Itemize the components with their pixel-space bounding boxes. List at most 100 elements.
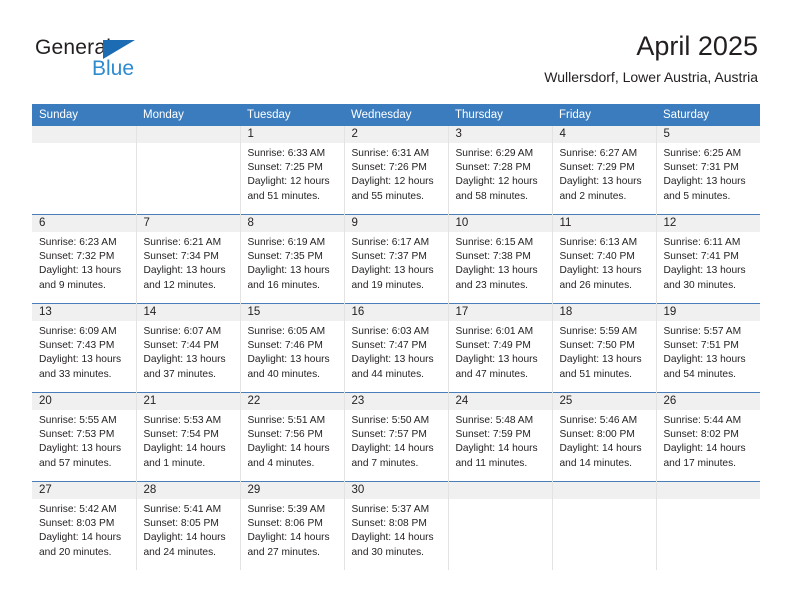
sunrise-text: Sunrise: 6:25 AM <box>663 148 742 159</box>
calendar-day-cell[interactable]: 17 Sunrise: 6:01 AM Sunset: 7:49 PM Dayligh… <box>447 303 552 393</box>
location-subtitle: Wullersdorf, Lower Austria, Austria <box>544 69 758 85</box>
calendar-day-cell[interactable]: 21 Sunrise: 5:53 AM Sunset: 7:54 PM Dayligh… <box>135 392 240 482</box>
sunset-text: Sunset: 8:05 PM <box>143 518 219 530</box>
calendar-day-cell[interactable]: 22 Sunrise: 5:51 AM Sunset: 7:56 PM Dayligh… <box>239 392 344 482</box>
calendar-day-cell[interactable]: 26 Sunrise: 5:44 AM Sunset: 8:02 PM Dayligh… <box>655 392 761 482</box>
day-number: 25 <box>552 393 656 410</box>
day-number: 26 <box>656 393 760 410</box>
calendar-week-row: 20 Sunrise: 5:55 AM Sunset: 7:53 PM Dayligh… <box>32 392 761 482</box>
calendar-day-cell[interactable]: 14 Sunrise: 6:07 AM Sunset: 7:44 PM Dayligh… <box>135 303 240 393</box>
calendar-day-cell[interactable]: 9 Sunrise: 6:17 AM Sunset: 7:37 PM Daylight… <box>343 214 448 304</box>
sunset-text: Sunset: 8:00 PM <box>559 429 635 441</box>
calendar-day-cell[interactable]: 7 Sunrise: 6:21 AM Sunset: 7:34 PM Daylight… <box>135 214 240 304</box>
daylight-text: Daylight: 13 hours and 57 minutes. <box>39 443 122 469</box>
calendar-day-cell[interactable]: 5 Sunrise: 6:25 AM Sunset: 7:31 PM Daylight… <box>655 126 760 215</box>
day-number: 13 <box>32 304 136 321</box>
sunrise-text: Sunrise: 6:19 AM <box>247 237 326 248</box>
sunrise-text: Sunrise: 6:05 AM <box>247 326 326 337</box>
sunset-text: Sunset: 7:26 PM <box>351 162 427 174</box>
calendar-day-cell[interactable]: 11 Sunrise: 6:13 AM Sunset: 7:40 PM Dayligh… <box>551 214 656 304</box>
calendar-day-cell[interactable]: 6 Sunrise: 6:23 AM Sunset: 7:32 PM Daylight… <box>32 214 136 304</box>
daylight-text: Daylight: 13 hours and 54 minutes. <box>663 354 746 380</box>
calendar-day-cell[interactable]: 27 Sunrise: 5:42 AM Sunset: 8:03 PM Dayligh… <box>32 481 136 570</box>
sunrise-text: Sunrise: 5:53 AM <box>143 415 222 426</box>
general-blue-logo[interactable]: General Blue <box>35 36 205 86</box>
sunset-text: Sunset: 7:56 PM <box>247 429 323 441</box>
daylight-text: Daylight: 14 hours and 14 minutes. <box>559 443 642 469</box>
calendar-week-row: 6 Sunrise: 6:23 AM Sunset: 7:32 PM Daylight… <box>32 214 760 304</box>
sunset-text: Sunset: 7:38 PM <box>455 251 531 263</box>
sunrise-text: Sunrise: 5:37 AM <box>351 504 430 515</box>
calendar-day-cell[interactable]: 18 Sunrise: 5:59 AM Sunset: 7:50 PM Dayligh… <box>551 303 656 393</box>
calendar-day-cell[interactable]: 3 Sunrise: 6:29 AM Sunset: 7:28 PM Daylight… <box>447 126 552 215</box>
daylight-text: Daylight: 12 hours and 51 minutes. <box>247 176 330 202</box>
sunset-text: Sunset: 8:03 PM <box>39 518 115 530</box>
daylight-text: Daylight: 13 hours and 26 minutes. <box>559 265 642 291</box>
calendar-day-cell[interactable]: 29 Sunrise: 5:39 AM Sunset: 8:06 PM Dayligh… <box>239 481 344 570</box>
daylight-text: Daylight: 13 hours and 40 minutes. <box>247 354 330 380</box>
calendar-day-cell[interactable]: 12 Sunrise: 6:11 AM Sunset: 7:41 PM Dayligh… <box>655 214 760 304</box>
daylight-text: Daylight: 13 hours and 37 minutes. <box>143 354 226 380</box>
calendar-container: Sunday Monday Tuesday Wednesday Thursday… <box>32 104 760 570</box>
sunrise-text: Sunrise: 6:27 AM <box>559 148 638 159</box>
calendar-day-cell-empty <box>447 481 552 570</box>
calendar-day-cell[interactable]: 15 Sunrise: 6:05 AM Sunset: 7:46 PM Dayligh… <box>239 303 344 393</box>
day-number: 4 <box>552 126 656 143</box>
sunset-text: Sunset: 8:02 PM <box>663 429 739 441</box>
daylight-text: Daylight: 12 hours and 55 minutes. <box>351 176 434 202</box>
sun-info: Sunrise: 6:03 AM Sunset: 7:47 PM Daylight:… <box>345 321 448 382</box>
calendar-day-cell[interactable]: 30 Sunrise: 5:37 AM Sunset: 8:08 PM Dayligh… <box>343 481 448 570</box>
sun-info: Sunrise: 5:37 AM Sunset: 8:08 PM Daylight:… <box>345 499 448 560</box>
day-number: 16 <box>344 304 448 321</box>
day-number <box>32 126 136 143</box>
calendar-day-cell[interactable]: 23 Sunrise: 5:50 AM Sunset: 7:57 PM Dayligh… <box>343 392 448 482</box>
sunrise-text: Sunrise: 6:33 AM <box>247 148 326 159</box>
sun-info: Sunrise: 6:19 AM Sunset: 7:35 PM Daylight:… <box>241 232 344 293</box>
calendar-day-cell[interactable]: 8 Sunrise: 6:19 AM Sunset: 7:35 PM Daylight… <box>239 214 344 304</box>
calendar-day-cell-empty <box>655 481 760 570</box>
day-number: 11 <box>552 215 656 232</box>
calendar-day-cell[interactable]: 13 Sunrise: 6:09 AM Sunset: 7:43 PM Dayligh… <box>32 303 136 393</box>
calendar-day-cell[interactable]: 1 Sunrise: 6:33 AM Sunset: 7:25 PM Daylight… <box>239 126 344 215</box>
sun-info: Sunrise: 5:44 AM Sunset: 8:02 PM Daylight:… <box>657 410 761 471</box>
sun-info: Sunrise: 5:59 AM Sunset: 7:50 PM Daylight:… <box>553 321 656 382</box>
sun-info: Sunrise: 6:07 AM Sunset: 7:44 PM Daylight:… <box>137 321 240 382</box>
sunrise-text: Sunrise: 5:44 AM <box>663 415 742 426</box>
calendar-page: General Blue April 2025 Wullersdorf, Low… <box>0 0 792 612</box>
daylight-text: Daylight: 14 hours and 24 minutes. <box>143 532 226 558</box>
sunset-text: Sunset: 7:44 PM <box>143 340 219 352</box>
sunset-text: Sunset: 8:08 PM <box>351 518 427 530</box>
calendar-table: Sunday Monday Tuesday Wednesday Thursday… <box>32 104 760 570</box>
calendar-body: 1 Sunrise: 6:33 AM Sunset: 7:25 PM Daylight… <box>32 126 760 570</box>
daylight-text: Daylight: 14 hours and 27 minutes. <box>247 532 330 558</box>
calendar-week-row: 13 Sunrise: 6:09 AM Sunset: 7:43 PM Dayligh… <box>32 303 760 393</box>
calendar-day-cell[interactable]: 24 Sunrise: 5:48 AM Sunset: 7:59 PM Dayligh… <box>447 392 552 482</box>
sunset-text: Sunset: 7:43 PM <box>39 340 115 352</box>
sun-info: Sunrise: 6:13 AM Sunset: 7:40 PM Daylight:… <box>553 232 656 293</box>
sunrise-text: Sunrise: 6:07 AM <box>143 326 222 337</box>
weekday-header-monday: Monday <box>136 104 240 126</box>
calendar-day-cell[interactable]: 10 Sunrise: 6:15 AM Sunset: 7:38 PM Dayligh… <box>447 214 552 304</box>
sunrise-text: Sunrise: 5:48 AM <box>455 415 534 426</box>
daylight-text: Daylight: 13 hours and 16 minutes. <box>247 265 330 291</box>
calendar-day-cell[interactable]: 4 Sunrise: 6:27 AM Sunset: 7:29 PM Daylight… <box>551 126 656 215</box>
daylight-text: Daylight: 13 hours and 19 minutes. <box>351 265 434 291</box>
calendar-day-cell[interactable]: 16 Sunrise: 6:03 AM Sunset: 7:47 PM Dayligh… <box>343 303 448 393</box>
daylight-text: Daylight: 13 hours and 30 minutes. <box>663 265 746 291</box>
weekday-header-wednesday: Wednesday <box>344 104 448 126</box>
day-number: 12 <box>656 215 760 232</box>
sun-info: Sunrise: 6:33 AM Sunset: 7:25 PM Daylight:… <box>241 143 344 204</box>
sun-info: Sunrise: 6:15 AM Sunset: 7:38 PM Daylight:… <box>449 232 552 293</box>
calendar-day-cell[interactable]: 20 Sunrise: 5:55 AM Sunset: 7:53 PM Dayligh… <box>32 392 136 482</box>
daylight-text: Daylight: 14 hours and 30 minutes. <box>351 532 434 558</box>
calendar-day-cell[interactable]: 25 Sunrise: 5:46 AM Sunset: 8:00 PM Dayligh… <box>551 392 656 482</box>
sun-info: Sunrise: 6:05 AM Sunset: 7:46 PM Daylight:… <box>241 321 344 382</box>
day-number: 24 <box>448 393 552 410</box>
calendar-day-cell[interactable]: 28 Sunrise: 5:41 AM Sunset: 8:05 PM Dayligh… <box>135 481 240 570</box>
daylight-text: Daylight: 13 hours and 47 minutes. <box>455 354 538 380</box>
sunrise-text: Sunrise: 5:59 AM <box>559 326 638 337</box>
day-number: 2 <box>344 126 448 143</box>
calendar-day-cell[interactable]: 2 Sunrise: 6:31 AM Sunset: 7:26 PM Daylight… <box>343 126 448 215</box>
calendar-day-cell-empty <box>551 481 656 570</box>
calendar-day-cell[interactable]: 19 Sunrise: 5:57 AM Sunset: 7:51 PM Dayligh… <box>655 303 760 393</box>
